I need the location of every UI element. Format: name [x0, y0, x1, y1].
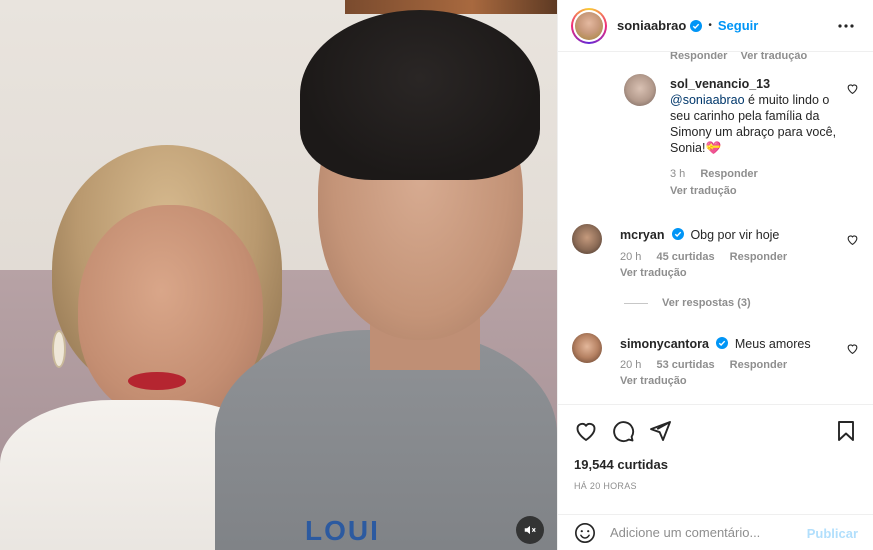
verified-badge-icon [716, 337, 729, 349]
translate-link[interactable]: Ver tradução [670, 185, 737, 197]
replies-divider [624, 302, 648, 304]
comment-username[interactable]: simonycantora [620, 337, 709, 351]
mute-button[interactable] [516, 516, 544, 544]
story-ring[interactable] [571, 7, 607, 44]
photo-woman-lips [128, 372, 186, 390]
more-options-icon[interactable] [836, 16, 856, 36]
comment-text: Obg por vir hoje [690, 228, 780, 242]
photo-man-hair [300, 10, 540, 180]
photo-earring [52, 330, 66, 368]
comment-meta: 20 h 53 curtidas Responder [620, 359, 799, 371]
comment-input[interactable] [610, 525, 790, 540]
view-replies-button[interactable]: Ver respostas (3) [624, 297, 751, 309]
instagram-post-view: LOUI soniaabrao • Seguir Responder Ver t… [0, 0, 873, 550]
heart-icon[interactable] [846, 233, 859, 246]
separator-dot: • [708, 20, 712, 31]
comment-text: Meus amores [734, 337, 811, 351]
speaker-mute-icon [524, 525, 536, 535]
post-photo[interactable]: LOUI [0, 0, 557, 550]
avatar[interactable] [572, 224, 602, 254]
post-timestamp: HÁ 20 HORAS [574, 481, 637, 491]
comment-username[interactable]: mcryan [620, 228, 664, 242]
comment-likes[interactable]: 45 curtidas [656, 251, 714, 263]
emoji-icon[interactable] [574, 522, 596, 544]
author-username[interactable]: soniaabrao [617, 18, 686, 33]
share-send-icon[interactable] [648, 419, 672, 443]
post-header: soniaabrao • Seguir [558, 0, 873, 52]
avatar[interactable] [572, 333, 602, 363]
translate-link[interactable]: Ver tradução [620, 375, 687, 387]
verified-badge-icon [671, 228, 684, 240]
reply-link[interactable]: Responder [730, 359, 787, 371]
view-replies-label: Ver respostas (3) [662, 297, 751, 309]
post-actions-bar [558, 404, 873, 454]
post-side-panel: soniaabrao • Seguir Responder Ver traduç… [557, 0, 873, 550]
reply-link[interactable]: Responder [730, 251, 787, 263]
like-heart-icon[interactable] [574, 419, 598, 443]
comment-meta: 20 h 45 curtidas Responder [620, 251, 799, 263]
comment-body: simonycantora Meus amores [620, 336, 811, 352]
partial-comment-actions: Responder Ver tradução [670, 52, 817, 62]
comment-username[interactable]: sol_venancio_13 [670, 77, 770, 91]
comment-likes[interactable]: 53 curtidas [656, 359, 714, 371]
heart-icon[interactable] [846, 342, 859, 355]
shirt-print-text: LOUI [305, 515, 380, 546]
comment-time: 20 h [620, 251, 642, 263]
add-comment-bar: Publicar [558, 514, 873, 550]
translate-link[interactable]: Ver tradução [741, 52, 808, 62]
follow-button[interactable]: Seguir [718, 18, 758, 33]
reply-link[interactable]: Responder [670, 52, 727, 62]
comment-bubble-icon[interactable] [611, 419, 635, 443]
verified-badge-icon [690, 19, 703, 32]
likes-count[interactable]: 19,544 curtidas [574, 457, 668, 472]
publish-button[interactable]: Publicar [807, 526, 858, 541]
avatar[interactable] [624, 74, 656, 106]
comment-meta: 3 h Responder [670, 168, 770, 180]
comment-body: sol_venancio_13 @soniaabrao é muito lind… [670, 76, 848, 156]
comment-time: 20 h [620, 359, 642, 371]
avatar [575, 11, 603, 40]
heart-icon[interactable] [846, 82, 859, 95]
comment-mention[interactable]: @soniaabrao [670, 93, 745, 107]
comments-list[interactable]: Responder Ver tradução sol_venancio_13 @… [558, 52, 873, 404]
save-bookmark-icon[interactable] [834, 419, 858, 443]
reply-link[interactable]: Responder [700, 168, 757, 180]
comment-body: mcryan Obg por vir hoje [620, 227, 779, 243]
comment-time: 3 h [670, 168, 686, 180]
translate-link[interactable]: Ver tradução [620, 267, 687, 279]
